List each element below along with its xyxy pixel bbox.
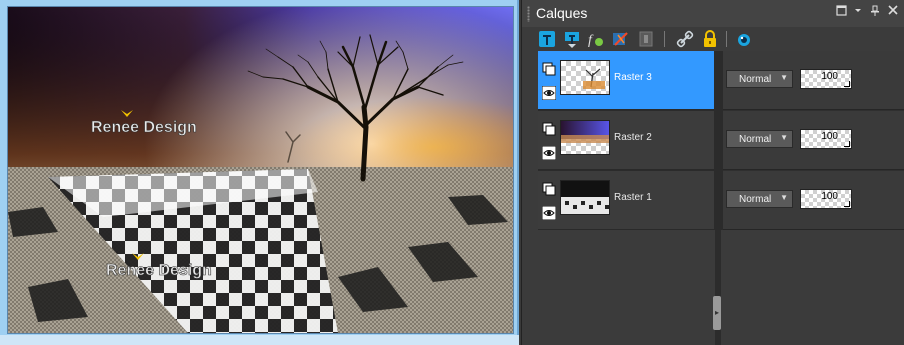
visibility-eye-icon[interactable] [541,85,557,101]
svg-text:f: f [588,33,594,48]
link-icon[interactable] [675,29,695,49]
layer-styles-fx-icon[interactable]: f [586,29,606,49]
drag-grip-icon[interactable] [527,6,530,22]
layer-list: Raster 3 Raster 2 Raster 1 [538,51,729,230]
watermark-text-bottom: Renee Design [106,262,212,279]
opacity-value: 100 [821,71,838,82]
layer-properties: Normal ▼ 100 Normal ▼ 100 Normal ▼ 100 [723,51,904,230]
watermark-text-top: Renee Design [91,119,197,136]
new-layer-icon[interactable] [537,29,557,49]
blend-mode-select[interactable]: Normal ▼ [726,70,793,88]
lock-icon[interactable] [700,29,720,49]
layer-group-icon[interactable] [542,62,556,76]
layer-name[interactable]: Raster 2 [614,132,652,143]
blend-mode-value: Normal [739,194,772,205]
dropdown-arrow-icon: ▼ [780,73,788,82]
layer-props-raster-3: Normal ▼ 100 [723,51,904,110]
opacity-field[interactable]: 100 [800,69,852,89]
layer-row-raster-3[interactable]: Raster 3 [538,51,714,110]
mask-icon[interactable] [636,29,656,49]
visibility-eye-icon[interactable] [541,205,557,221]
layer-group-icon[interactable] [542,122,556,136]
splitter-handle-icon[interactable]: ▸ [713,296,721,330]
delete-layer-icon[interactable] [610,29,630,49]
dropdown-arrow-icon: ▼ [780,193,788,202]
blend-mode-value: Normal [739,134,772,145]
resize-corner-icon [844,141,850,147]
layers-palette: Calques f Raster 3 Raster 2 Raster 1 Nor… [521,0,904,345]
dropdown-arrow-icon: ▼ [780,133,788,142]
resize-corner-icon [844,201,850,207]
canvas-artwork: Renee Design Renee Design [8,7,513,333]
eye-palette-icon[interactable] [734,29,754,49]
layers-toolbar: f [522,27,904,51]
layer-thumbnail [560,120,610,155]
window-bottom-border [0,335,519,345]
opacity-value: 100 [821,191,838,202]
blend-mode-select[interactable]: Normal ▼ [726,190,793,208]
blend-mode-select[interactable]: Normal ▼ [726,130,793,148]
resize-corner-icon [844,81,850,87]
layer-thumbnail [560,180,610,215]
opacity-field[interactable]: 100 [800,189,852,209]
image-window: Renee Design Renee Design [0,0,519,345]
pin-icon[interactable] [868,5,882,19]
merge-down-icon[interactable] [562,29,582,49]
toolbar-separator [664,31,665,47]
visibility-eye-icon[interactable] [541,145,557,161]
image-canvas[interactable]: Renee Design Renee Design [7,6,514,334]
opacity-value: 100 [821,131,838,142]
restore-icon[interactable] [834,5,848,19]
layer-row-raster-2[interactable]: Raster 2 [538,111,714,170]
close-icon[interactable] [886,5,900,19]
layer-thumbnail [560,60,610,95]
layer-name[interactable]: Raster 3 [614,72,652,83]
layer-name[interactable]: Raster 1 [614,192,652,203]
opacity-field[interactable]: 100 [800,129,852,149]
toolbar-separator [726,31,727,47]
layer-group-icon[interactable] [542,182,556,196]
palette-title: Calques [536,5,588,21]
layer-props-raster-1: Normal ▼ 100 [723,171,904,230]
layer-props-raster-2: Normal ▼ 100 [723,111,904,170]
menu-chevron-icon[interactable] [851,5,865,19]
layer-row-raster-1[interactable]: Raster 1 [538,171,714,230]
blend-mode-value: Normal [739,74,772,85]
palette-header: Calques [522,0,904,27]
